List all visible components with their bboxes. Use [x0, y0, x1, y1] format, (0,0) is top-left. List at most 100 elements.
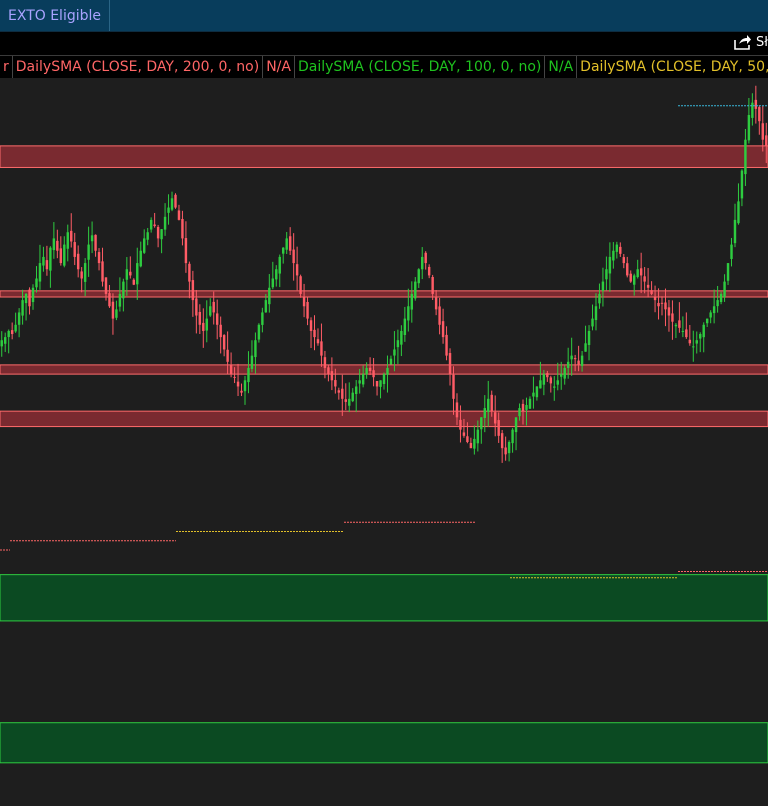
- candle-body: [379, 380, 382, 387]
- candle-body: [292, 249, 295, 264]
- candle-body: [744, 139, 747, 175]
- candle-body: [660, 302, 664, 304]
- candle-body: [646, 284, 650, 288]
- candle-body: [136, 263, 139, 285]
- study-label-sma100[interactable]: DailySMA (CLOSE, DAY, 100, 0, no): [293, 56, 544, 78]
- candle-body: [639, 268, 643, 276]
- candle-body: [226, 349, 229, 362]
- candle-body: [198, 311, 202, 325]
- candle-body: [594, 306, 598, 321]
- candle-body: [361, 374, 365, 385]
- candle-body: [257, 324, 261, 340]
- price-chart[interactable]: [0, 78, 768, 806]
- candle-body: [521, 403, 525, 412]
- share-button[interactable]: Sł: [734, 34, 768, 50]
- candle-body: [365, 367, 368, 375]
- candle-body: [396, 340, 400, 348]
- candle-body: [254, 340, 257, 358]
- candle-body: [514, 417, 518, 433]
- candle-body: [417, 269, 420, 284]
- candle-body: [560, 374, 563, 377]
- study-label-sma200[interactable]: DailySMA (CLOSE, DAY, 200, 0, no): [11, 56, 262, 78]
- study-label-partial[interactable]: r: [0, 56, 12, 78]
- candle-body: [209, 306, 212, 316]
- study-label-sma50[interactable]: DailySMA (CLOSE, DAY, 50, 0, no): [576, 56, 768, 78]
- candle-body: [539, 380, 542, 389]
- candle-body: [334, 380, 337, 387]
- candle-body: [566, 361, 570, 368]
- candle-body: [87, 244, 90, 260]
- candle-body: [348, 398, 351, 406]
- candle-body: [532, 392, 535, 397]
- candle-body: [542, 374, 546, 385]
- candle-body: [573, 358, 577, 360]
- candle-body: [35, 278, 38, 288]
- candle-body: [719, 293, 723, 303]
- candle-body: [473, 438, 476, 449]
- candle-body: [518, 408, 521, 417]
- candle-body: [264, 300, 268, 313]
- candle-body: [577, 360, 580, 365]
- zone-support-4: [0, 574, 768, 622]
- candle-body: [337, 390, 341, 393]
- candle-body: [761, 123, 765, 140]
- candle-body: [327, 367, 330, 375]
- candle-body: [24, 293, 28, 304]
- candle-body: [605, 269, 608, 280]
- candle-body: [751, 102, 754, 118]
- candle-body: [66, 232, 69, 249]
- candle-body: [118, 293, 122, 307]
- candle-body: [73, 242, 76, 257]
- candle-body: [754, 99, 758, 109]
- candle-body: [500, 433, 504, 449]
- candle-body: [63, 244, 66, 266]
- candle-body: [434, 297, 438, 310]
- candle-body: [626, 263, 629, 276]
- candle-body: [598, 293, 601, 304]
- candle-body: [108, 293, 111, 307]
- candle-body: [452, 374, 455, 399]
- candle-body: [678, 320, 681, 328]
- candle-body: [28, 289, 31, 307]
- study-value-sma100: N/A: [544, 56, 576, 78]
- candle-body: [730, 244, 733, 259]
- candle-body: [285, 238, 288, 250]
- candle-body: [320, 341, 323, 356]
- candle-body: [389, 358, 393, 365]
- candle-body: [497, 420, 500, 436]
- candle-body: [323, 357, 327, 368]
- candle-body: [212, 301, 215, 313]
- candle-body: [354, 386, 358, 395]
- candle-body: [455, 402, 459, 418]
- candle-body: [247, 367, 250, 383]
- candle-body: [570, 355, 573, 360]
- candle-body: [372, 370, 375, 378]
- candle-body: [386, 367, 389, 375]
- candle-body: [3, 337, 7, 344]
- candle-body: [681, 330, 685, 332]
- candle-body: [83, 263, 87, 282]
- candle-body: [309, 320, 313, 331]
- candle-body: [615, 244, 619, 252]
- candle-body: [591, 318, 594, 327]
- candle-body: [233, 376, 236, 378]
- candle-body: [330, 371, 334, 381]
- candle-body: [52, 238, 56, 251]
- candle-body: [629, 273, 632, 282]
- candle-body: [375, 380, 379, 387]
- candle-body: [94, 234, 97, 251]
- share-label: Sł: [756, 34, 768, 50]
- candle-body: [511, 429, 514, 444]
- candle-body: [125, 269, 129, 280]
- candle-body: [202, 322, 205, 331]
- candle-body: [240, 390, 243, 393]
- candle-body: [667, 307, 671, 316]
- candle-body: [229, 364, 233, 375]
- candle-body: [271, 278, 275, 288]
- share-icon: [734, 35, 752, 50]
- candle-body: [601, 281, 605, 292]
- candle-body: [403, 318, 407, 335]
- tab-exto-eligible[interactable]: EXTO Eligible: [0, 0, 111, 31]
- candle-body: [546, 373, 549, 378]
- candle-body: [153, 224, 156, 227]
